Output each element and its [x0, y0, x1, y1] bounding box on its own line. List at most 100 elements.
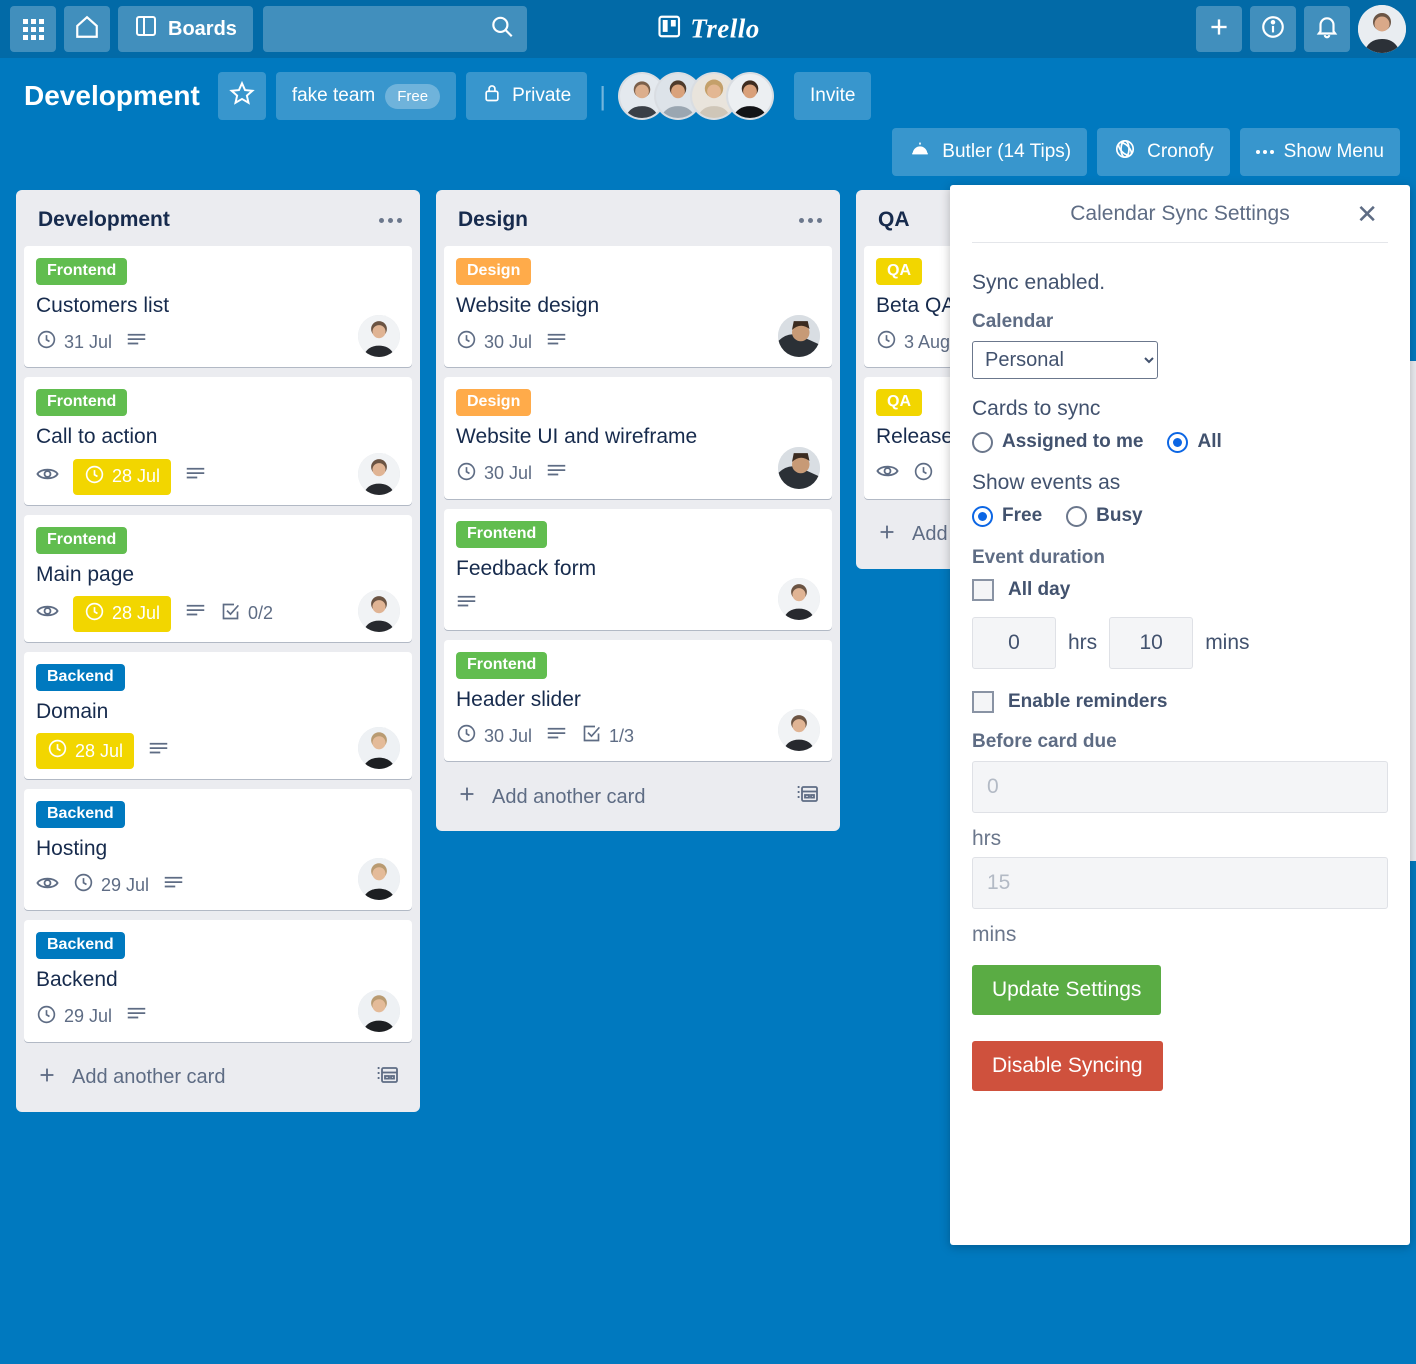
- avatar[interactable]: [778, 577, 820, 620]
- card[interactable]: Backend Backend 29 Jul: [24, 920, 412, 1042]
- card-label[interactable]: Frontend: [36, 526, 128, 554]
- radio-button[interactable]: [972, 431, 993, 453]
- card-label[interactable]: Design: [456, 389, 532, 417]
- card[interactable]: Frontend Call to action 28 Jul: [24, 377, 412, 505]
- due-date-badge[interactable]: 28 Jul: [73, 458, 172, 495]
- due-date-badge[interactable]: 29 Jul: [36, 1004, 112, 1030]
- card[interactable]: Backend Domain 28 Jul: [24, 651, 412, 779]
- list-title[interactable]: QA: [878, 208, 910, 232]
- duration-hours-unit: hrs: [1068, 631, 1098, 654]
- due-date-badge[interactable]: 28 Jul: [36, 733, 135, 769]
- star-board-button[interactable]: [217, 72, 266, 120]
- due-date-badge[interactable]: [913, 461, 934, 487]
- butler-button[interactable]: Butler (14 Tips): [892, 128, 1088, 176]
- invite-button[interactable]: Invite: [794, 72, 872, 120]
- list-menu-icon[interactable]: [799, 217, 822, 223]
- cronofy-button[interactable]: Cronofy: [1097, 128, 1230, 176]
- card-label[interactable]: QA: [876, 389, 922, 417]
- add-another-card-button[interactable]: Add another card: [444, 771, 832, 823]
- disable-syncing-button[interactable]: Disable Syncing: [972, 1041, 1163, 1091]
- notifications-button[interactable]: [1304, 6, 1350, 52]
- list-title[interactable]: Design: [458, 208, 528, 232]
- card-label[interactable]: Design: [456, 258, 532, 285]
- card-title: Backend: [36, 968, 118, 992]
- radio-free[interactable]: Free: [972, 505, 1042, 527]
- list-header: Development: [24, 198, 412, 246]
- card-label[interactable]: QA: [876, 258, 922, 285]
- search-input[interactable]: [274, 19, 515, 39]
- reminder-hours-input[interactable]: [972, 761, 1388, 813]
- info-button[interactable]: [1250, 6, 1296, 52]
- avatar[interactable]: [358, 727, 400, 769]
- card-label[interactable]: Frontend: [456, 651, 548, 679]
- avatar[interactable]: [778, 315, 820, 358]
- update-settings-button[interactable]: Update Settings: [972, 965, 1162, 1015]
- boards-button[interactable]: Boards: [118, 6, 253, 52]
- trello-logo[interactable]: Trello: [656, 14, 760, 45]
- checklist-icon: [220, 601, 241, 627]
- enable-reminders-checkbox[interactable]: [972, 691, 994, 713]
- visibility-button[interactable]: Private: [466, 72, 588, 120]
- team-button[interactable]: fake team Free: [275, 72, 457, 120]
- card[interactable]: Frontend Feedback form: [444, 508, 832, 630]
- apps-grid-button[interactable]: [10, 6, 56, 52]
- card[interactable]: Frontend Main page 28 Jul 0/2: [24, 514, 412, 642]
- add-button[interactable]: [1196, 6, 1242, 52]
- radio-button[interactable]: [1066, 505, 1088, 527]
- due-date-badge[interactable]: 30 Jul: [456, 329, 532, 355]
- avatar[interactable]: [358, 452, 400, 495]
- card-template-icon[interactable]: [796, 783, 820, 811]
- due-date-badge[interactable]: 30 Jul: [456, 723, 532, 749]
- enable-reminders-checkbox-row[interactable]: Enable reminders: [972, 691, 1388, 713]
- home-button[interactable]: [64, 6, 110, 52]
- radio-all[interactable]: All: [1167, 431, 1222, 453]
- add-card-label: Add another card: [492, 785, 646, 808]
- due-date-badge[interactable]: 31 Jul: [36, 329, 112, 355]
- due-date-badge[interactable]: 30 Jul: [456, 461, 532, 487]
- due-date-badge[interactable]: 29 Jul: [73, 872, 149, 898]
- add-another-card-button[interactable]: Add another card: [24, 1052, 412, 1104]
- clock-icon: [47, 738, 68, 764]
- search-container[interactable]: [262, 6, 527, 52]
- avatar[interactable]: [358, 989, 400, 1032]
- card-label[interactable]: Backend: [36, 801, 125, 828]
- avatar[interactable]: [358, 589, 400, 632]
- card-label[interactable]: Backend: [36, 663, 125, 691]
- due-date-badge[interactable]: 3 Aug: [876, 329, 950, 355]
- all-day-checkbox[interactable]: [972, 579, 994, 601]
- list-menu-icon[interactable]: [379, 217, 402, 223]
- card[interactable]: Frontend Customers list 31 Jul: [24, 246, 412, 368]
- card-template-icon[interactable]: [376, 1064, 400, 1092]
- show-menu-button[interactable]: Show Menu: [1239, 128, 1400, 176]
- card[interactable]: Design Website UI and wireframe 30 Jul: [444, 377, 832, 499]
- avatar[interactable]: [778, 709, 820, 751]
- user-avatar[interactable]: [1358, 5, 1406, 53]
- radio-busy[interactable]: Busy: [1066, 505, 1143, 527]
- radio-button[interactable]: [1167, 431, 1189, 453]
- search-icon[interactable]: [489, 14, 515, 45]
- all-day-checkbox-row[interactable]: All day: [972, 579, 1388, 601]
- card-label[interactable]: Frontend: [456, 520, 548, 548]
- avatar[interactable]: [358, 315, 400, 358]
- duration-minutes-input[interactable]: [1109, 617, 1194, 669]
- panel-title: Calendar Sync Settings: [1070, 201, 1290, 225]
- avatar[interactable]: [726, 72, 775, 120]
- card[interactable]: Backend Hosting 29 Jul: [24, 789, 412, 911]
- radio-assigned-to-me[interactable]: Assigned to me: [972, 431, 1143, 453]
- card[interactable]: Frontend Header slider 30 Jul 1/3: [444, 639, 832, 761]
- card-label[interactable]: Backend: [36, 932, 125, 960]
- cronofy-label: Cronofy: [1147, 141, 1214, 162]
- due-date-text: 31 Jul: [64, 331, 113, 352]
- list-title[interactable]: Development: [38, 208, 170, 232]
- close-icon[interactable]: ✕: [1348, 197, 1386, 231]
- duration-hours-input[interactable]: [972, 617, 1056, 669]
- calendar-select[interactable]: Personal: [972, 341, 1158, 379]
- avatar[interactable]: [358, 858, 400, 901]
- card-label[interactable]: Frontend: [36, 389, 128, 417]
- due-date-badge[interactable]: 28 Jul: [73, 595, 172, 632]
- avatar[interactable]: [778, 446, 820, 489]
- reminder-minutes-input[interactable]: [972, 857, 1388, 909]
- card[interactable]: Design Website design 30 Jul: [444, 246, 832, 368]
- radio-button[interactable]: [972, 505, 993, 527]
- card-label[interactable]: Frontend: [36, 258, 128, 285]
